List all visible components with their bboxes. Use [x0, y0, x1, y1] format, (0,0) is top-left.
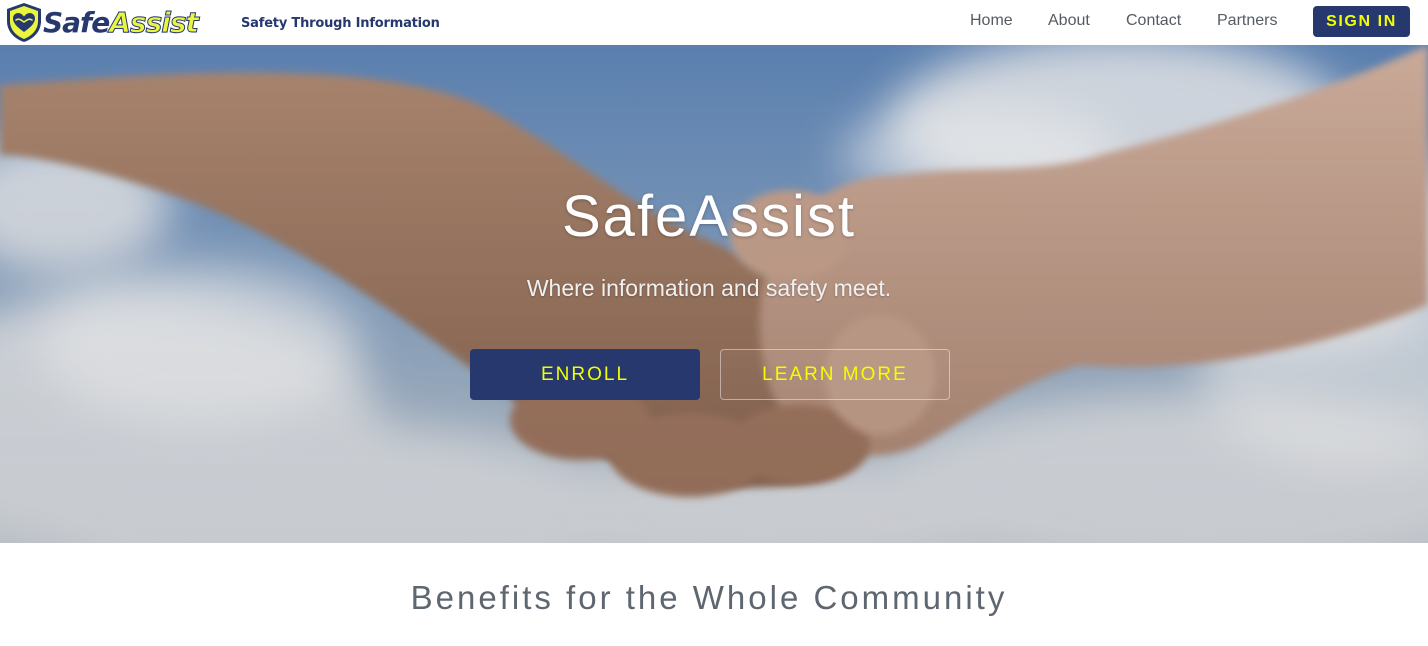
enroll-button[interactable]: ENROLL: [470, 349, 700, 400]
nav-link-partners[interactable]: Partners: [1217, 11, 1277, 31]
brand-tagline: Safety Through Information: [241, 16, 440, 31]
benefits-heading: Benefits for the Whole Community: [410, 579, 1008, 616]
hero-section: SafeAssist Where information and safety …: [0, 45, 1428, 543]
hero-title: SafeAssist: [562, 184, 856, 249]
sign-in-button[interactable]: SIGN IN: [1313, 6, 1410, 37]
brand-logo[interactable]: SafeAssist: [4, 2, 200, 43]
nav-link-contact[interactable]: Contact: [1126, 11, 1181, 31]
nav-link-about[interactable]: About: [1048, 11, 1090, 31]
hero-subtitle: Where information and safety meet.: [526, 275, 892, 301]
shield-heart-icon: [7, 3, 41, 42]
nav-link-home[interactable]: Home: [970, 11, 1013, 31]
brand-wordmark: SafeAssist: [43, 2, 200, 43]
brand-wordmark-safe: Safe: [43, 6, 110, 39]
top-navbar: SafeAssist Safety Through Information Ho…: [0, 0, 1428, 45]
brand-wordmark-assist: Assist: [109, 6, 200, 40]
learn-more-button[interactable]: LEARN MORE: [720, 349, 950, 400]
